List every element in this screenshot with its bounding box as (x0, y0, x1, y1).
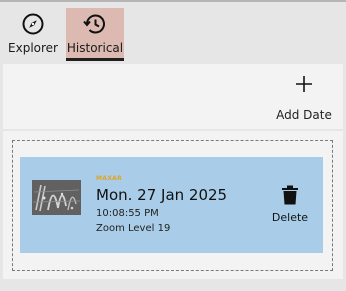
provider-label: MAXAR (96, 175, 123, 182)
tab-explorer-label: Explorer (8, 41, 58, 55)
imagery-thumbnail (32, 180, 81, 215)
add-date-button[interactable]: Add Date (275, 73, 333, 123)
dates-list-panel: MAXAR Mon. 27 Jan 2025 10:08:55 PM Zoom … (3, 131, 343, 279)
drop-zone: MAXAR Mon. 27 Jan 2025 10:08:55 PM Zoom … (12, 140, 333, 271)
capture-time: 10:08:55 PM (96, 208, 159, 219)
tab-explorer[interactable]: Explorer (6, 8, 60, 60)
active-tab-indicator (66, 58, 124, 61)
tab-historical-label: Historical (66, 41, 124, 55)
delete-label: Delete (271, 211, 309, 224)
toolbar-panel: Add Date (3, 64, 343, 129)
tab-bar: Explorer Historical (0, 2, 346, 61)
capture-date: Mon. 27 Jan 2025 (96, 186, 228, 204)
trash-icon (282, 185, 298, 205)
add-date-label: Add Date (276, 108, 332, 122)
delete-button[interactable]: Delete (270, 185, 310, 227)
plus-icon (296, 76, 312, 92)
history-icon (83, 14, 105, 34)
compass-icon (22, 13, 44, 35)
list-item[interactable]: MAXAR Mon. 27 Jan 2025 10:08:55 PM Zoom … (20, 157, 323, 253)
zoom-level: Zoom Level 19 (96, 223, 171, 234)
tab-historical[interactable]: Historical (66, 8, 124, 60)
